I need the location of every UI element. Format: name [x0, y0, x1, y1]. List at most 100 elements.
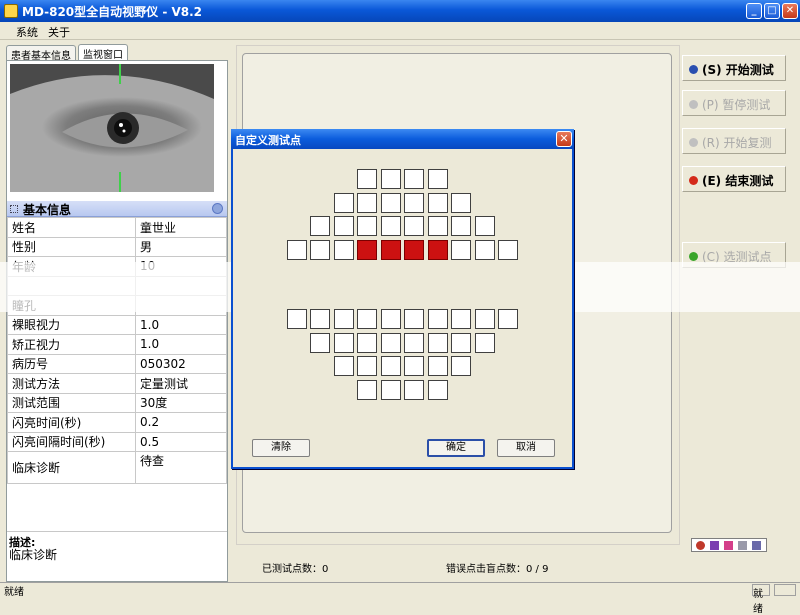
test-point[interactable]	[333, 332, 354, 353]
test-point[interactable]	[380, 216, 401, 236]
mark-icon[interactable]	[724, 541, 733, 550]
pause-test-button[interactable]: (P) 暂停测试	[682, 90, 786, 116]
print-icon[interactable]	[752, 541, 761, 550]
test-point[interactable]	[357, 169, 377, 189]
close-button[interactable]: ✕	[782, 3, 798, 19]
test-point[interactable]	[404, 309, 424, 329]
target-icon[interactable]	[696, 541, 705, 550]
test-point[interactable]	[286, 309, 307, 329]
test-point[interactable]	[380, 356, 401, 376]
test-point[interactable]	[404, 169, 424, 189]
edit-icon[interactable]	[738, 541, 747, 550]
test-point[interactable]	[474, 309, 495, 329]
window-title: MD-820型全自动视野仪 - V8.2	[22, 5, 203, 19]
status-panel: 就绪	[752, 584, 770, 615]
test-point[interactable]	[357, 192, 377, 213]
info-value[interactable]: 0.2	[135, 412, 227, 433]
info-key: 性别	[7, 236, 136, 257]
title-bar: MD-820型全自动视野仪 - V8.2 _ □ ✕	[0, 0, 800, 22]
menu-system[interactable]: 系统	[16, 24, 38, 40]
test-point[interactable]	[474, 239, 495, 260]
test-point[interactable]	[333, 216, 354, 236]
pause-icon	[689, 100, 698, 109]
info-key: 临床诊断	[7, 451, 136, 484]
test-point[interactable]	[357, 309, 377, 329]
info-value[interactable]: 待查	[135, 451, 227, 484]
tab-patient-info[interactable]: 患者基本信息	[6, 45, 76, 62]
ok-button[interactable]: 确定	[427, 439, 485, 457]
test-point[interactable]	[333, 192, 354, 213]
test-point[interactable]	[451, 216, 471, 236]
cancel-button[interactable]: 取消	[497, 439, 555, 457]
test-point[interactable]	[498, 239, 518, 260]
info-value[interactable]: 1.0	[135, 314, 227, 335]
table-row: 姓名 童世业	[7, 217, 227, 238]
test-point[interactable]	[427, 309, 448, 329]
test-point[interactable]	[427, 332, 448, 353]
test-point-selected[interactable]	[380, 239, 401, 260]
end-icon	[689, 176, 698, 185]
test-point[interactable]	[380, 192, 401, 213]
menu-bar: 系统 关于	[0, 22, 800, 40]
test-point[interactable]	[357, 216, 377, 236]
start-icon	[689, 65, 698, 74]
test-point[interactable]	[357, 332, 377, 353]
table-row: 测试方法 定量测试	[7, 373, 227, 394]
test-point[interactable]	[380, 309, 401, 329]
test-point[interactable]	[380, 379, 401, 400]
description-area[interactable]: 描述: 临床诊断	[7, 531, 227, 581]
minimize-button[interactable]: _	[746, 3, 762, 19]
test-point[interactable]	[404, 216, 424, 236]
test-point[interactable]	[310, 239, 330, 260]
test-point-selected[interactable]	[357, 239, 377, 260]
info-value[interactable]: 男	[135, 236, 227, 257]
test-point[interactable]	[404, 379, 424, 400]
test-point[interactable]	[357, 356, 377, 376]
test-point[interactable]	[404, 356, 424, 376]
test-point[interactable]	[427, 192, 448, 213]
info-value[interactable]: 050302	[135, 353, 227, 374]
info-value[interactable]: 定量测试	[135, 373, 227, 394]
test-point[interactable]	[380, 169, 401, 189]
test-point[interactable]	[404, 332, 424, 353]
test-point-selected[interactable]	[404, 239, 424, 260]
test-point[interactable]	[333, 309, 354, 329]
test-point[interactable]	[427, 216, 448, 236]
test-point[interactable]	[380, 332, 401, 353]
info-value[interactable]: 童世业	[135, 217, 227, 238]
clear-button[interactable]: 清除	[252, 439, 310, 457]
info-value[interactable]: 30度	[135, 392, 227, 413]
end-test-button[interactable]: (E) 结束测试	[682, 166, 786, 192]
test-point[interactable]	[310, 332, 330, 353]
test-point[interactable]	[474, 216, 495, 236]
test-point[interactable]	[310, 309, 330, 329]
test-point[interactable]	[451, 192, 471, 213]
test-point[interactable]	[427, 169, 448, 189]
info-key: 测试范围	[7, 392, 136, 413]
menu-about[interactable]: 关于	[48, 24, 70, 40]
test-point[interactable]	[474, 332, 495, 353]
test-point[interactable]	[498, 309, 518, 329]
retest-button[interactable]: (R) 开始复测	[682, 128, 786, 154]
test-point[interactable]	[333, 356, 354, 376]
test-point[interactable]	[451, 356, 471, 376]
points-icon[interactable]	[710, 541, 719, 550]
info-value[interactable]: 1.0	[135, 334, 227, 355]
test-point[interactable]	[286, 239, 307, 260]
test-point[interactable]	[404, 192, 424, 213]
maximize-button[interactable]: □	[764, 3, 780, 19]
test-point[interactable]	[451, 332, 471, 353]
start-test-button[interactable]: (S) 开始测试	[682, 55, 786, 81]
test-point[interactable]	[427, 379, 448, 400]
info-value[interactable]: 0.5	[135, 431, 227, 452]
test-point[interactable]	[451, 309, 471, 329]
dialog-close-icon[interactable]: ✕	[556, 131, 572, 147]
collapse-icon[interactable]	[212, 203, 223, 214]
table-row: 测试范围 30度	[7, 392, 227, 413]
test-point[interactable]	[427, 356, 448, 376]
test-point[interactable]	[357, 379, 377, 400]
test-point[interactable]	[451, 239, 471, 260]
test-point[interactable]	[310, 216, 330, 236]
test-point[interactable]	[333, 239, 354, 260]
test-point-selected[interactable]	[427, 239, 448, 260]
